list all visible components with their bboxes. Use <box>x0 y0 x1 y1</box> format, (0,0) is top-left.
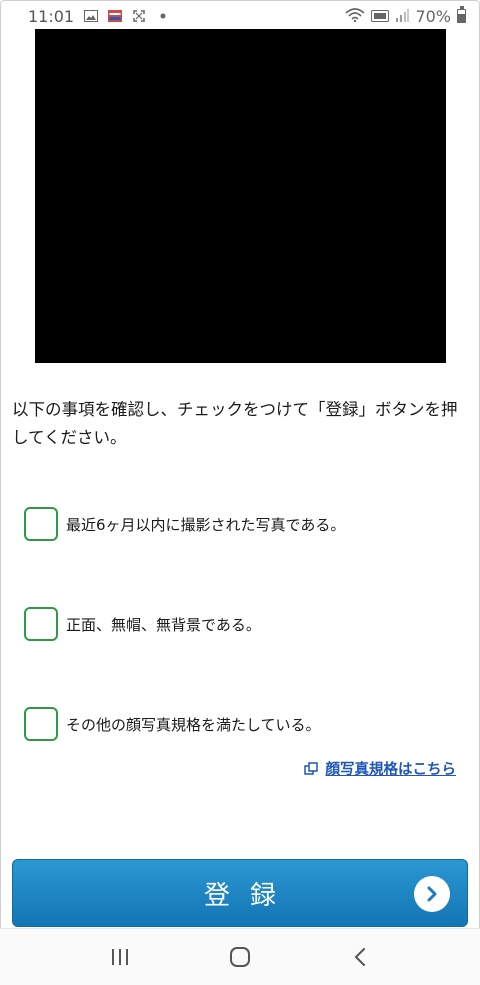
notification-dot-icon <box>156 10 170 22</box>
checkbox-recent[interactable] <box>24 507 58 541</box>
volte-icon <box>371 7 390 26</box>
news-app-icon <box>108 10 123 22</box>
recents-button[interactable] <box>100 937 140 977</box>
check-label-front: 正面、無帽、無背景である。 <box>66 615 261 634</box>
check-label-recent: 最近6ヶ月以内に撮影された写真である。 <box>66 515 346 534</box>
status-bar: 11:01 70% <box>0 0 480 32</box>
chevron-left-icon <box>354 948 365 966</box>
battery-percent: 70% <box>415 6 451 26</box>
register-button-label: 登録 <box>203 880 296 911</box>
check-label-spec: その他の顔写真規格を満たしている。 <box>66 715 321 734</box>
photo-spec-link[interactable]: 顔写真規格はこちら <box>303 758 457 779</box>
expand-icon <box>132 10 146 22</box>
signal-icon <box>395 7 410 26</box>
home-icon <box>230 947 250 967</box>
gallery-icon <box>84 10 99 22</box>
status-time: 11:01 <box>28 6 75 26</box>
photo-spec-link-text: 顔写真規格はこちら <box>325 762 457 778</box>
check-row-spec[interactable]: その他の顔写真規格を満たしている。 <box>24 707 321 741</box>
instruction-text: 以下の事項を確認し、チェックをつけて「登録」ボタンを押してください。 <box>12 400 458 447</box>
recents-icon <box>112 949 128 965</box>
wifi-icon <box>345 7 365 26</box>
camera-preview <box>35 29 446 363</box>
home-button[interactable] <box>220 937 260 977</box>
back-button[interactable] <box>340 937 380 977</box>
chevron-right-circle-icon <box>414 876 450 912</box>
battery-icon <box>457 6 466 23</box>
checkbox-spec[interactable] <box>24 707 58 741</box>
checkbox-front[interactable] <box>24 607 58 641</box>
battery-fill <box>458 13 465 22</box>
check-row-recent[interactable]: 最近6ヶ月以内に撮影された写真である。 <box>24 507 345 541</box>
navigation-bar <box>0 928 480 985</box>
external-link-icon <box>303 761 318 776</box>
register-button[interactable]: 登録 <box>12 859 468 927</box>
check-row-front[interactable]: 正面、無帽、無背景である。 <box>24 607 261 641</box>
